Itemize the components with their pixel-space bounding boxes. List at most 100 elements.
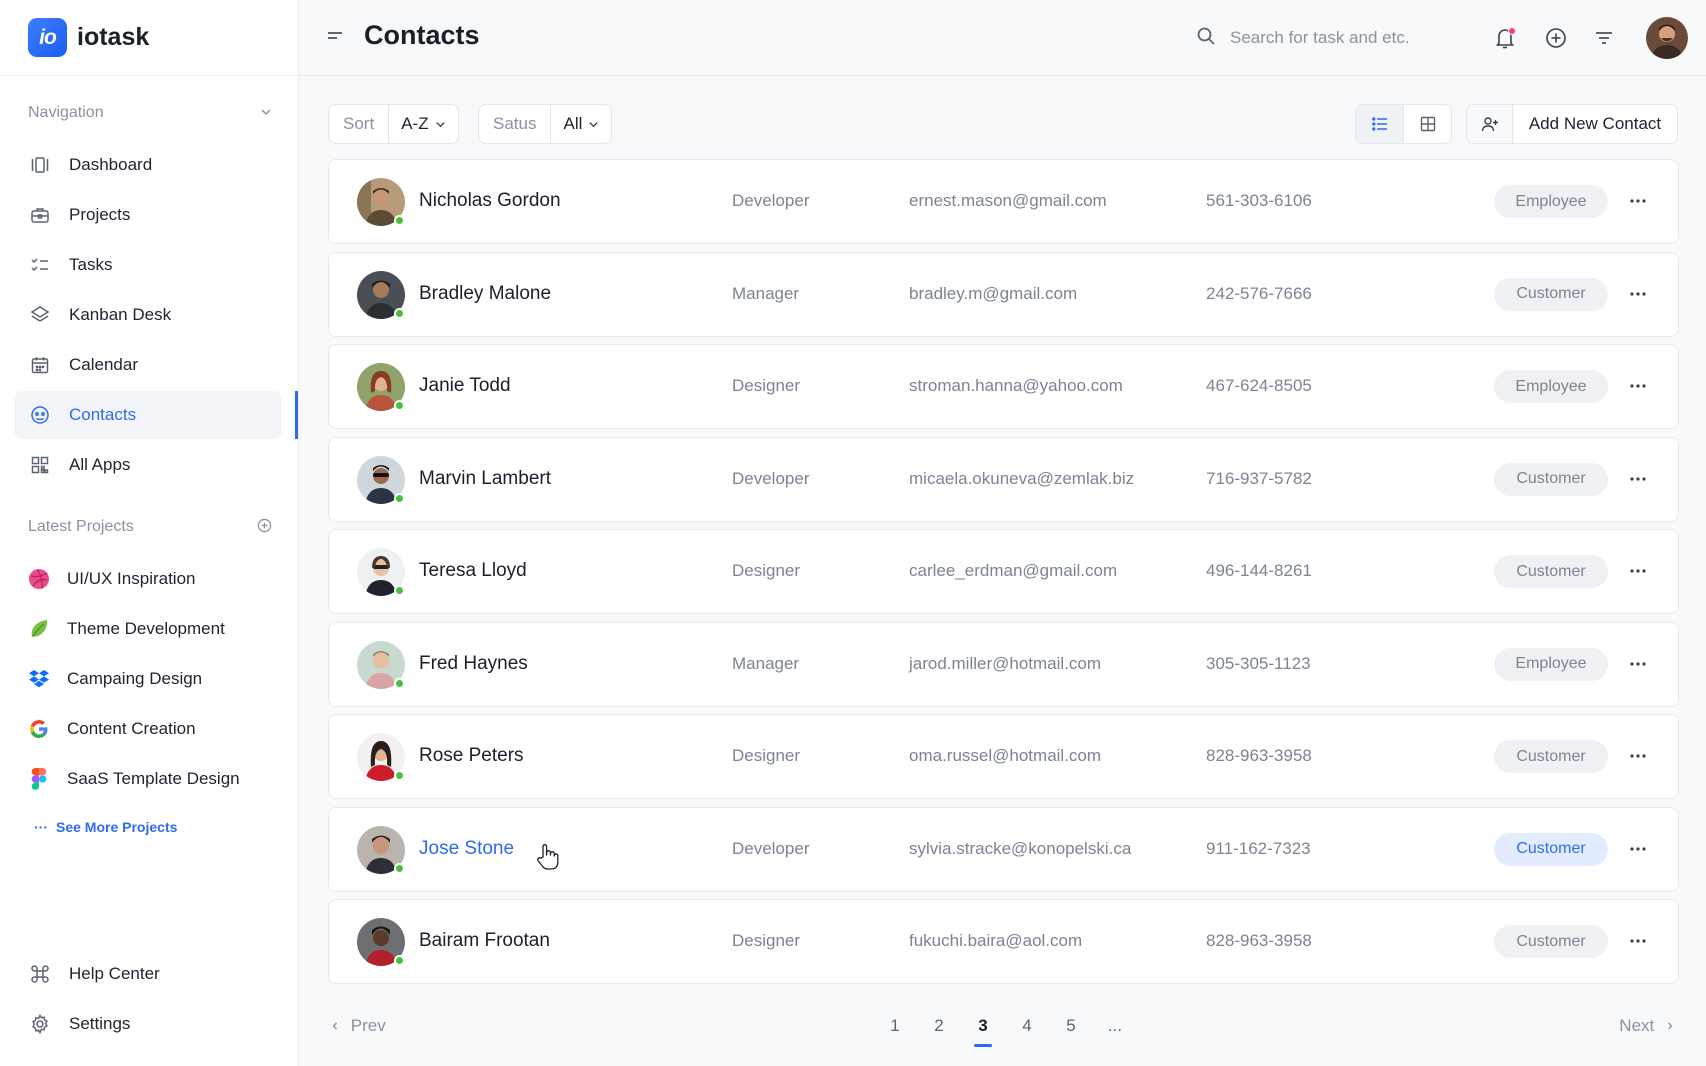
footer-nav: Help Center Settings: [14, 950, 282, 1050]
contact-phone: 242-576-7666: [1206, 283, 1312, 303]
contact-type-badge: Customer: [1494, 462, 1608, 496]
sort-dropdown[interactable]: Sort A-Z: [328, 104, 459, 144]
contact-avatar: [357, 455, 405, 504]
list-view-button[interactable]: [1356, 105, 1404, 143]
sidebar-item-settings[interactable]: Settings: [14, 1000, 282, 1048]
prev-page-button[interactable]: Prev: [330, 1016, 386, 1036]
menu-toggle-icon[interactable]: [327, 29, 343, 50]
contact-row[interactable]: Jose Stone Developer sylvia.stracke@kono…: [328, 806, 1679, 892]
sort-select[interactable]: A-Z: [389, 105, 457, 143]
sidebar-item-all-apps[interactable]: All Apps: [14, 441, 282, 489]
sidebar-item-label: Projects: [69, 205, 131, 224]
add-circle-icon[interactable]: [1543, 25, 1569, 51]
contact-name[interactable]: Janie Todd: [419, 375, 511, 397]
next-page-button[interactable]: Next: [1619, 1016, 1675, 1036]
contact-row[interactable]: Bradley Malone Manager bradley.m@gmail.c…: [328, 251, 1679, 337]
sidebar-item-help-center[interactable]: Help Center: [14, 950, 282, 998]
contact-row[interactable]: Marvin Lambert Developer micaela.okuneva…: [328, 436, 1679, 522]
top-header: Contacts: [299, 0, 1706, 76]
contact-name[interactable]: Fred Haynes: [419, 653, 528, 675]
contact-name[interactable]: Nicholas Gordon: [419, 190, 561, 212]
contact-row[interactable]: Rose Peters Designer oma.russel@hotmail.…: [328, 714, 1679, 799]
app-name[interactable]: iotask: [77, 23, 149, 52]
add-new-contact-button[interactable]: Add New Contact: [1466, 104, 1678, 144]
contact-type-badge: Employee: [1494, 185, 1608, 218]
more-options-icon[interactable]: [1625, 558, 1651, 584]
sidebar-item-kanban[interactable]: Kanban Desk: [14, 291, 282, 339]
project-item-content[interactable]: Content Creation: [14, 705, 282, 753]
contact-email: oma.russel@hotmail.com: [909, 746, 1102, 765]
contact-email: jarod.miller@hotmail.com: [909, 653, 1102, 673]
contact-name[interactable]: Bairam Frootan: [419, 930, 550, 952]
search-bar[interactable]: [1196, 24, 1466, 52]
contact-email: ernest.mason@gmail.com: [909, 191, 1107, 210]
sidebar-item-tasks[interactable]: Tasks: [14, 241, 282, 289]
page-button[interactable]: 4: [1005, 1016, 1049, 1036]
brand[interactable]: io iotask: [0, 0, 298, 76]
more-options-icon[interactable]: [1625, 188, 1651, 214]
filter-icon[interactable]: [1591, 25, 1617, 51]
contact-row[interactable]: Fred Haynes Manager jarod.miller@hotmail…: [328, 621, 1679, 707]
project-item-label: UI/UX Inspiration: [67, 569, 196, 588]
add-circle-icon[interactable]: [257, 518, 272, 536]
sidebar-item-label: Calendar: [69, 355, 138, 374]
contact-avatar: [357, 270, 405, 319]
project-item-saas[interactable]: SaaS Template Design: [14, 755, 282, 803]
add-new-contact-label: Add New Contact: [1528, 114, 1662, 133]
online-status-dot: [394, 307, 405, 319]
command-icon: [29, 963, 51, 985]
sidebar-item-projects[interactable]: Projects: [14, 191, 282, 239]
more-options-icon[interactable]: [1625, 281, 1651, 307]
more-options-icon[interactable]: [1625, 836, 1651, 862]
contact-name[interactable]: Teresa Lloyd: [419, 560, 527, 582]
project-item-theme[interactable]: Theme Development: [14, 605, 282, 653]
contact-type-badge: Customer: [1494, 832, 1608, 866]
app-logo[interactable]: io: [28, 18, 67, 57]
chevron-down-icon[interactable]: [260, 105, 272, 121]
status-select[interactable]: All: [551, 105, 611, 143]
sidebar-item-contacts[interactable]: Contacts: [14, 391, 298, 439]
contact-email: bradley.m@gmail.com: [909, 283, 1078, 303]
more-options-icon[interactable]: [1625, 651, 1651, 677]
contact-name[interactable]: Jose Stone: [419, 838, 514, 860]
layers-icon: [29, 304, 51, 326]
sidebar-item-label: Settings: [69, 1014, 131, 1033]
more-options-icon[interactable]: [1625, 743, 1651, 769]
contact-row[interactable]: Nicholas Gordon Developer ernest.mason@g…: [328, 159, 1679, 244]
project-item-uiux[interactable]: UI/UX Inspiration: [14, 555, 282, 603]
dashboard-icon: [29, 154, 51, 176]
contact-type-badge: Customer: [1494, 555, 1608, 588]
user-avatar[interactable]: [1646, 17, 1688, 59]
briefcase-icon: [29, 204, 51, 226]
contact-role: Designer: [732, 561, 801, 580]
more-options-icon[interactable]: [1625, 928, 1651, 954]
page-ellipsis[interactable]: ...: [1093, 1016, 1137, 1036]
contact-row[interactable]: Teresa Lloyd Designer carlee_erdman@gmai…: [328, 529, 1679, 614]
see-more-projects-link[interactable]: ··· See More Projects: [34, 819, 185, 835]
more-options-icon[interactable]: [1625, 373, 1651, 399]
online-status-dot: [394, 215, 405, 226]
see-more-label: See More Projects: [56, 819, 178, 835]
contact-avatar: [357, 363, 405, 411]
page-button[interactable]: 2: [917, 1016, 961, 1036]
add-user-icon: [1467, 105, 1513, 143]
contact-row[interactable]: Janie Todd Designer stroman.hanna@yahoo.…: [328, 344, 1679, 429]
contact-row[interactable]: Bairam Frootan Designer fukuchi.baira@ao…: [328, 899, 1679, 984]
navigation-heading[interactable]: Navigation: [28, 104, 272, 122]
online-status-dot: [394, 862, 405, 874]
contact-avatar: [357, 178, 405, 226]
contact-name[interactable]: Rose Peters: [419, 745, 524, 767]
page-button[interactable]: 5: [1049, 1016, 1093, 1036]
project-item-campaign[interactable]: Campaing Design: [14, 655, 282, 703]
status-dropdown[interactable]: Satus All: [478, 104, 613, 144]
sidebar-item-calendar[interactable]: Calendar: [14, 341, 282, 389]
contact-name[interactable]: Marvin Lambert: [419, 468, 551, 490]
grid-view-button[interactable]: [1404, 105, 1451, 143]
search-input[interactable]: [1230, 28, 1460, 48]
sidebar-item-dashboard[interactable]: Dashboard: [14, 141, 282, 189]
notification-bell-icon[interactable]: [1492, 25, 1518, 51]
page-button-current[interactable]: 3: [961, 1016, 1005, 1047]
more-options-icon[interactable]: [1625, 466, 1651, 492]
contact-name[interactable]: Bradley Malone: [419, 283, 551, 305]
page-button[interactable]: 1: [873, 1016, 917, 1036]
